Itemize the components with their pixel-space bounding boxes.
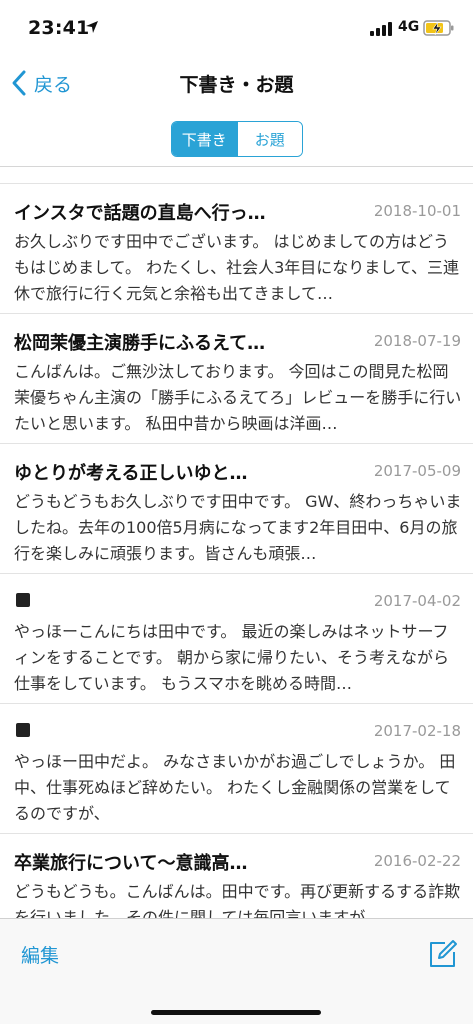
draft-date: 2016-02-22	[373, 852, 461, 870]
tab-topics[interactable]: お題	[236, 122, 302, 156]
header-divider	[0, 166, 473, 167]
draft-date: 2017-05-09	[373, 462, 461, 480]
bottom-toolbar: 編集	[0, 918, 473, 1024]
untitled-square-icon	[16, 593, 30, 607]
draft-item[interactable]: 2017-04-02 やっほーこんにちは田中です。 最近の楽しみはネットサーフィ…	[0, 574, 473, 704]
draft-date: 2018-10-01	[373, 202, 461, 220]
draft-date: 2017-02-18	[373, 722, 461, 740]
draft-title: 卒業旅行について〜意識高…	[14, 853, 248, 874]
draft-title: インスタで話題の直島へ行っ…	[14, 203, 266, 224]
draft-item[interactable]: 卒業旅行について〜意識高… 2016-02-22 どうもどうも。こんばんは。田中…	[0, 834, 473, 918]
draft-title: 松岡茉優主演勝手にふるえて…	[14, 333, 266, 354]
draft-date: 2018-07-19	[373, 332, 461, 350]
home-indicator	[151, 1010, 321, 1015]
draft-title: ゆとりが考える正しいゆと…	[14, 463, 248, 484]
location-arrow-icon	[86, 21, 98, 33]
page-title: 下書き・お題	[179, 74, 294, 96]
segmented-control: 下書き お題	[171, 121, 303, 157]
compose-icon[interactable]	[427, 938, 459, 970]
battery-charging-icon	[423, 20, 454, 36]
draft-item[interactable]: 松岡茉優主演勝手にふるえて… 2018-07-19 こんばんは。ご無沙汰しており…	[0, 314, 473, 444]
draft-excerpt: やっほー田中だよ。 みなさまいかがお過ごしでしょうか。 田中、仕事死ぬほど辞めた…	[14, 752, 456, 823]
draft-item[interactable]: ゆとりが考える正しいゆと… 2017-05-09 どうもどうもお久しぶりです田中…	[0, 444, 473, 574]
draft-excerpt: お久しぶりです田中でございます。 はじめましての方はどうもはじめまして。 わたく…	[14, 232, 460, 303]
status-bar: 23:41 4G	[0, 0, 473, 58]
draft-item[interactable]: インスタで話題の直島へ行っ… 2018-10-01 お久しぶりです田中でございま…	[0, 184, 473, 314]
edit-button[interactable]: 編集	[21, 941, 59, 968]
draft-excerpt: どうもどうも。こんばんは。田中です。再び更新するする詐欺を行いました。その件に関…	[14, 882, 461, 918]
draft-item[interactable]: 2017-02-18 やっほー田中だよ。 みなさまいかがお過ごしでしょうか。 田…	[0, 704, 473, 834]
network-type: 4G	[398, 19, 420, 35]
draft-date: 2017-04-02	[373, 592, 461, 610]
draft-excerpt: こんばんは。ご無沙汰しております。 今回はこの間見た松岡茉優ちゃん主演の「勝手に…	[14, 362, 462, 433]
signal-bars-icon	[370, 22, 392, 36]
draft-excerpt: どうもどうもお久しぶりです田中です。 GW、終わっちゃいましたね。去年の100倍…	[14, 492, 462, 563]
draft-excerpt: やっほーこんにちは田中です。 最近の楽しみはネットサーフィンをすることです。 朝…	[14, 622, 450, 693]
status-time: 23:41	[28, 17, 90, 39]
draft-list: インスタで話題の直島へ行っ… 2018-10-01 お久しぶりです田中でございま…	[0, 183, 473, 918]
nav-bar: 戻る 下書き・お題	[0, 58, 473, 108]
tab-drafts[interactable]: 下書き	[172, 122, 237, 156]
untitled-square-icon	[16, 723, 30, 737]
